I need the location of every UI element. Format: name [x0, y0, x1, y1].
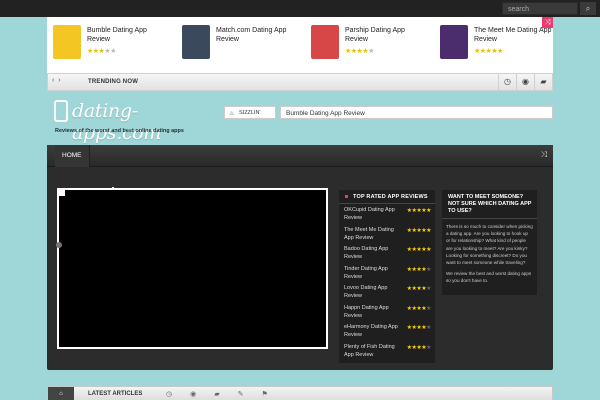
shuffle-icon[interactable]: ⤨: [541, 150, 547, 160]
slider-marker: [112, 187, 114, 190]
widget-paragraph: We review the best and worst dating apps…: [446, 271, 532, 284]
featured-thumbnail[interactable]: [182, 25, 210, 59]
star-rating: ★★★★★: [406, 266, 432, 273]
top-rated-item-name[interactable]: Tinder Dating App Review: [344, 265, 398, 281]
star-rating: ★★★★★: [345, 48, 374, 55]
featured-title[interactable]: Match.com Dating App Review: [216, 26, 296, 44]
star-rating: ★★★★★: [406, 286, 432, 292]
top-rated-item[interactable]: eHarmony Dating App Review ★★★★★: [339, 321, 435, 341]
flame-icon: ♨: [229, 111, 235, 117]
top-rated-item[interactable]: Badoo Dating App Review ★★★★★: [339, 243, 435, 263]
trending-label: TRENDING NOW: [88, 79, 139, 85]
star-rating: ★★★★★: [406, 208, 432, 214]
chevron-right-icon[interactable]: ›: [58, 77, 60, 84]
featured-title[interactable]: The Meet Me Dating App Review: [474, 26, 554, 44]
phone-icon: [54, 100, 68, 122]
featured-thumbnail[interactable]: [311, 25, 339, 59]
top-rated-item[interactable]: The Meet Me Dating App Review ★★★★★: [339, 224, 435, 244]
main-nav: HOME ⤨: [47, 145, 553, 167]
widget-title: TOP RATED APP REVIEWS: [339, 190, 435, 204]
featured-item[interactable]: Bumble Dating App Review ★★★★★: [53, 25, 173, 65]
star-rating: ★★★★★: [406, 344, 432, 351]
top-rated-item[interactable]: Tinder Dating App Review ★★★★★: [339, 263, 435, 283]
shuffle-icon[interactable]: ⤨: [542, 17, 553, 28]
top-rated-item-name[interactable]: Lovoo Dating App Review: [344, 284, 398, 300]
sizzlin-post-link[interactable]: Bumble Dating App Review: [280, 106, 553, 119]
star-rating: ★★★★★: [406, 305, 432, 312]
comment-icon[interactable]: ▰: [534, 74, 552, 90]
logo-text[interactable]: dating-apps.com: [72, 100, 222, 144]
featured-slider[interactable]: [56, 187, 328, 349]
featured-item[interactable]: Match.com Dating App Review: [182, 25, 302, 65]
top-bar: search ⌕: [0, 0, 600, 17]
nav-home[interactable]: HOME: [55, 145, 90, 167]
featured-thumbnail[interactable]: [53, 25, 81, 59]
search-icon[interactable]: ⌕: [580, 2, 596, 15]
star-rating: ★★★★★: [406, 247, 432, 253]
main-panel: HOME ⤨ TOP RATED APP REVIEWS OKCupid Dat…: [47, 145, 553, 370]
top-rated-item-name[interactable]: OKCupid Dating App Review: [344, 206, 398, 222]
sizzlin-label: ♨ SIZZLIN': [224, 106, 276, 119]
chevron-left-icon[interactable]: ‹: [52, 77, 54, 84]
trending-bar: ‹ › TRENDING NOW ◷ ◉ ▰: [47, 73, 553, 91]
top-rated-item[interactable]: Lovoo Dating App Review ★★★★★: [339, 282, 435, 302]
latest-icons[interactable]: ◷◉▰✎⚑: [166, 390, 286, 398]
top-rated-widget: TOP RATED APP REVIEWS OKCupid Dating App…: [339, 190, 435, 363]
clock-icon[interactable]: ◷: [498, 74, 516, 90]
top-rated-item-name[interactable]: eHarmony Dating App Review: [344, 323, 398, 339]
search-input[interactable]: search: [502, 2, 578, 15]
latest-label: LATEST ARTICLES: [88, 391, 143, 397]
eye-icon[interactable]: ◉: [516, 74, 534, 90]
latest-articles-bar: ⌂ LATEST ARTICLES ◷◉▰✎⚑: [47, 386, 553, 400]
site-tagline: Reviews of the worst and best online dat…: [55, 128, 184, 134]
top-rated-item-name[interactable]: The Meet Me Dating App Review: [344, 226, 398, 242]
featured-thumbnail[interactable]: [440, 25, 468, 59]
top-rated-list: OKCupid Dating App Review ★★★★★ The Meet M…: [339, 204, 435, 360]
featured-item[interactable]: Parship Dating App Review ★★★★★: [311, 25, 431, 65]
top-rated-item[interactable]: Plenty of Fish Dating App Review ★★★★★: [339, 341, 435, 361]
featured-title[interactable]: Parship Dating App Review: [345, 26, 425, 44]
home-icon[interactable]: ⌂: [48, 387, 74, 400]
star-rating: ★★★★★: [406, 325, 432, 331]
want-widget: WANT TO MEET SOMEONE? NOT SURE WHICH DAT…: [442, 190, 537, 295]
site-logo[interactable]: dating-apps.com: [52, 98, 222, 144]
slider-handle[interactable]: [56, 242, 62, 248]
top-rated-item-name[interactable]: Plenty of Fish Dating App Review: [344, 343, 398, 359]
star-rating: ★★★★★: [474, 48, 503, 55]
trending-arrows[interactable]: ‹ ›: [52, 77, 72, 88]
widget-body: There is so much to consider when pickin…: [442, 219, 537, 285]
top-rated-item-name[interactable]: Happn Dating App Review: [344, 304, 398, 320]
star-rating: ★★★★★: [87, 48, 116, 55]
widget-paragraph: There is so much to consider when pickin…: [446, 224, 533, 266]
star-rating: ★★★★★: [406, 227, 432, 234]
sizzlin-text: SIZZLIN': [239, 110, 261, 116]
featured-item[interactable]: The Meet Me Dating App Review ★★★★★: [440, 25, 551, 65]
top-rated-item[interactable]: OKCupid Dating App Review ★★★★★: [339, 204, 435, 224]
slider-corner: [57, 188, 65, 196]
top-rated-item-name[interactable]: Badoo Dating App Review: [344, 245, 398, 261]
top-rated-item[interactable]: Happn Dating App Review ★★★★★: [339, 302, 435, 322]
featured-strip: Bumble Dating App Review ★★★★★ Match.com…: [47, 17, 553, 73]
featured-title[interactable]: Bumble Dating App Review: [87, 26, 167, 44]
widget-title: WANT TO MEET SOMEONE? NOT SURE WHICH DAT…: [442, 190, 537, 219]
